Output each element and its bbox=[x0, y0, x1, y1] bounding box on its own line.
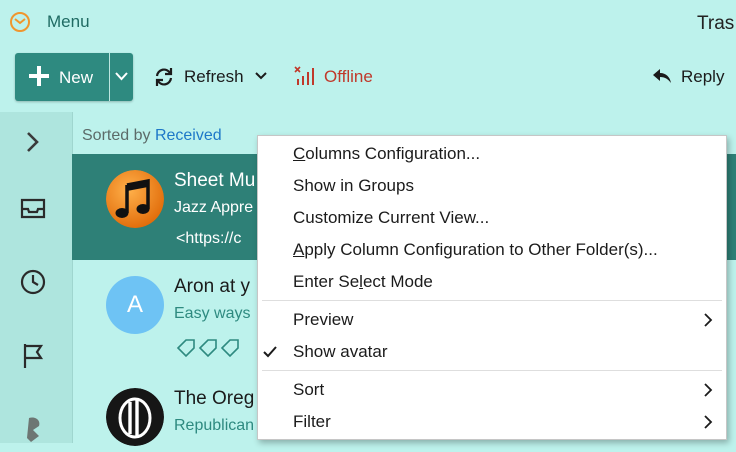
menu-button[interactable]: Menu bbox=[47, 12, 90, 32]
view-context-menu: Columns Configuration... Show in Groups … bbox=[257, 135, 727, 440]
sort-prefix: Sorted by bbox=[82, 127, 151, 144]
folder-shape-icon[interactable] bbox=[17, 412, 49, 444]
offline-label: Offline bbox=[324, 67, 373, 86]
menu-item-label: Sort bbox=[293, 380, 325, 399]
plus-icon bbox=[29, 66, 49, 86]
avatar bbox=[106, 170, 164, 228]
new-dropdown-button[interactable] bbox=[110, 53, 133, 101]
chevron-right-icon[interactable] bbox=[17, 126, 49, 158]
menu-item-enter-select-mode[interactable]: Enter Select Mode bbox=[258, 266, 726, 298]
message-preview: Republican bbox=[174, 417, 255, 434]
reply-label: Reply bbox=[681, 67, 725, 86]
chevron-right-icon bbox=[704, 415, 713, 429]
mail-app-logo-icon[interactable] bbox=[9, 11, 31, 33]
menu-item-label: Apply Column Configuration to Other Fold… bbox=[293, 240, 658, 260]
chevron-right-icon bbox=[704, 313, 713, 327]
menu-separator bbox=[262, 300, 722, 301]
reply-arrow-icon bbox=[653, 69, 671, 83]
menu-item-show-in-groups[interactable]: Show in Groups bbox=[258, 170, 726, 202]
accelerator-key: C bbox=[293, 144, 306, 163]
top-bar: Menu Tras bbox=[0, 0, 736, 44]
menu-item-label: Filter bbox=[293, 412, 331, 431]
checkmark-icon bbox=[263, 346, 277, 358]
message-subject: The Oreg bbox=[174, 388, 255, 409]
menu-item-apply-column-configuration[interactable]: Apply Column Configuration to Other Fold… bbox=[258, 234, 726, 266]
new-button-group: New bbox=[15, 53, 133, 101]
menu-item-label: Show avatar bbox=[293, 342, 388, 361]
menu-separator bbox=[262, 370, 722, 371]
menu-item-filter[interactable]: Filter bbox=[258, 406, 726, 438]
chevron-down-icon[interactable] bbox=[255, 72, 267, 80]
folder-sidebar bbox=[0, 112, 73, 443]
chevron-right-icon bbox=[704, 383, 713, 397]
refresh-label: Refresh bbox=[184, 67, 244, 86]
sort-key-link[interactable]: Received bbox=[155, 127, 222, 144]
message-link-preview: <https://c bbox=[176, 230, 242, 247]
label-part: ect Mode bbox=[362, 272, 433, 291]
menu-item-columns-configuration[interactable]: Columns Configuration... bbox=[258, 138, 726, 170]
message-preview: Easy ways bbox=[174, 305, 251, 322]
avatar: A bbox=[106, 276, 164, 334]
message-preview: Jazz Appre bbox=[174, 199, 254, 216]
new-button-label: New bbox=[59, 68, 94, 87]
menu-item-customize-current-view[interactable]: Customize Current View... bbox=[258, 202, 726, 234]
folder-title: Tras bbox=[697, 13, 735, 34]
refresh-icon bbox=[155, 68, 173, 86]
avatar bbox=[106, 388, 164, 446]
menu-item-label: Customize Current View... bbox=[293, 208, 490, 227]
accelerator-key: A bbox=[293, 240, 305, 259]
menu-item-label: Enter Select Mode bbox=[293, 272, 433, 292]
toolbar: New Refresh Offline Reply bbox=[0, 50, 736, 104]
clock-icon[interactable] bbox=[17, 266, 49, 298]
sort-indicator: Sorted by Received bbox=[82, 127, 222, 145]
new-button[interactable]: New bbox=[15, 53, 109, 101]
message-subject: Aron at y bbox=[174, 276, 251, 297]
label-part: olumns Configuration... bbox=[305, 144, 481, 163]
label-part: Enter Se bbox=[293, 272, 360, 291]
menu-item-label: Preview bbox=[293, 310, 354, 329]
flag-icon[interactable] bbox=[17, 340, 49, 372]
tag-icon[interactable] bbox=[176, 337, 246, 359]
menu-item-sort[interactable]: Sort bbox=[258, 374, 726, 406]
menu-item-label: Show in Groups bbox=[293, 176, 414, 195]
music-note-icon bbox=[106, 170, 164, 228]
message-subject: Sheet Mu bbox=[174, 170, 256, 191]
offline-signal-icon bbox=[294, 66, 314, 85]
label-part: pply Column Configuration to Other Folde… bbox=[304, 240, 658, 259]
chevron-down-icon bbox=[115, 72, 128, 81]
inbox-icon[interactable] bbox=[17, 192, 49, 224]
menu-item-show-avatar[interactable]: Show avatar bbox=[258, 336, 726, 368]
menu-item-preview[interactable]: Preview bbox=[258, 304, 726, 336]
menu-item-label: Columns Configuration... bbox=[293, 144, 480, 164]
oregonian-logo bbox=[106, 388, 164, 446]
